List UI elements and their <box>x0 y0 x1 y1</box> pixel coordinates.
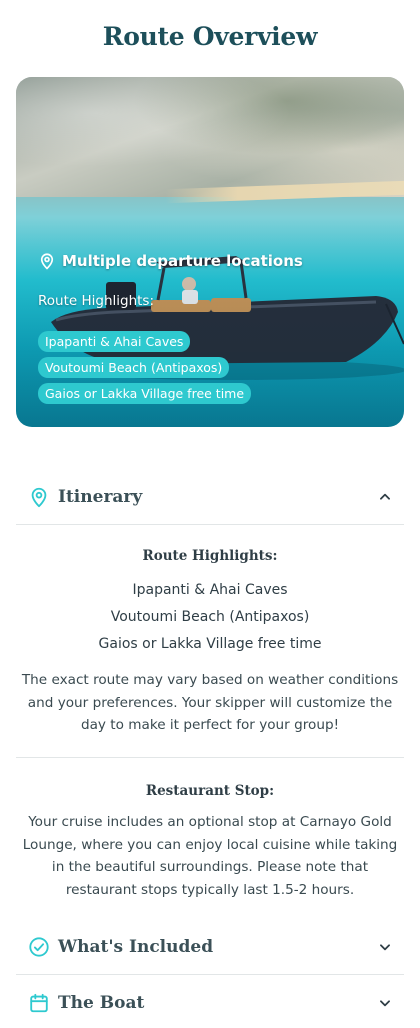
list-item: Ipapanti & Ahai Caves <box>132 582 288 598</box>
accordion-itinerary-header[interactable]: Itinerary <box>16 472 404 522</box>
chevron-down-icon[interactable] <box>378 940 392 954</box>
chevron-up-icon[interactable] <box>378 490 392 504</box>
calendar-icon <box>30 993 48 1013</box>
highlight-chip: Voutoumi Beach (Antipaxos) <box>38 357 230 378</box>
divider <box>16 524 404 525</box>
accordion-included-title: What's Included <box>58 937 214 957</box>
itinerary-highlights-list: Ipapanti & Ahai Caves Voutoumi Beach (An… <box>16 578 404 659</box>
chevron-down-icon[interactable] <box>378 996 392 1010</box>
list-item: Gaios or Lakka Village free time <box>98 636 322 652</box>
departure-location: Multiple departure locations <box>38 251 303 271</box>
accordion-boat-title: The Boat <box>58 993 145 1013</box>
highlight-chip: Ipapanti & Ahai Caves <box>38 331 191 352</box>
accordion-itinerary-title: Itinerary <box>58 487 143 507</box>
restaurant-stop-text: Your cruise includes an optional stop at… <box>22 814 398 898</box>
accordion-included-header[interactable]: What's Included <box>16 922 404 972</box>
divider <box>16 757 404 758</box>
map-pin-icon <box>31 487 47 508</box>
page-title: Route Overview <box>102 22 318 51</box>
highlight-chip: Gaios or Lakka Village free time <box>38 383 252 404</box>
highlight-chips: Ipapanti & Ahai Caves Voutoumi Beach (An… <box>38 331 252 409</box>
divider <box>16 974 404 975</box>
itinerary-note: The exact route may vary based on weathe… <box>21 672 399 733</box>
accordion-boat-header[interactable]: The Boat <box>16 978 404 1028</box>
check-circle-icon <box>29 937 49 957</box>
map-pin-icon <box>40 253 54 270</box>
list-item: Voutoumi Beach (Antipaxos) <box>110 609 310 625</box>
itinerary-highlights-title: Route Highlights: <box>142 548 278 564</box>
departure-location-text: Multiple departure locations <box>62 252 303 270</box>
hero-card: Multiple departure locations Route Highl… <box>16 77 404 427</box>
route-overview-page: Route Overview Multiple departure locati… <box>0 0 420 1013</box>
restaurant-stop-title: Restaurant Stop: <box>145 783 275 799</box>
hero-highlights-title: Route Highlights: <box>38 293 155 309</box>
